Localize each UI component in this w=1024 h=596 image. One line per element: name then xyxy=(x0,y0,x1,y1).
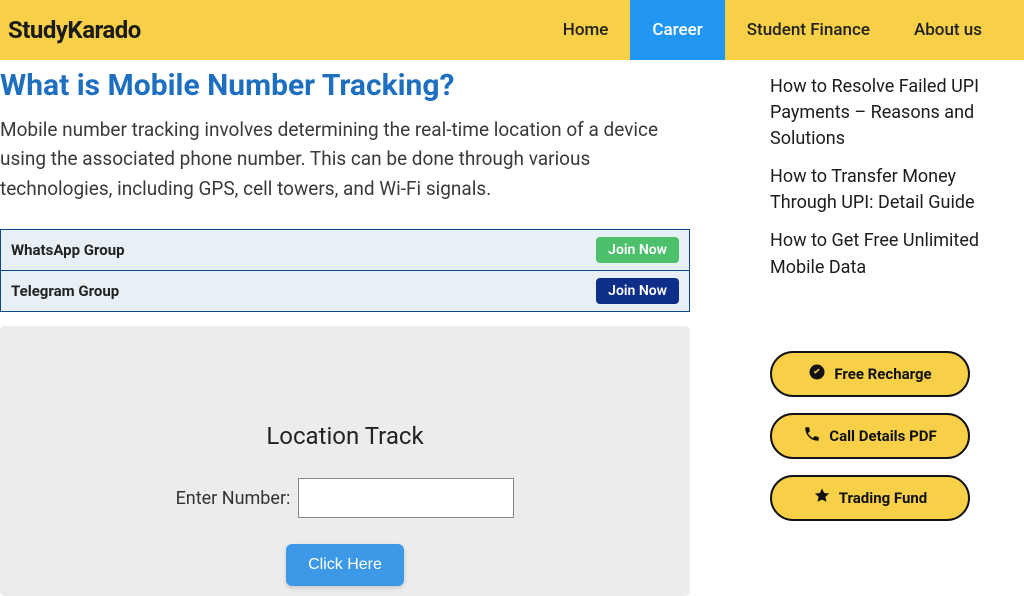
section-paragraph: Mobile number tracking involves determin… xyxy=(0,115,660,203)
tracker-input-row: Enter Number: xyxy=(0,478,690,518)
pill-label: Trading Fund xyxy=(839,489,928,507)
table-row: WhatsApp Group Join Now xyxy=(1,230,690,271)
group-name: WhatsApp Group xyxy=(1,230,570,271)
main-nav: Home Career Student Finance About us xyxy=(541,0,1004,60)
tracker-submit-button[interactable]: Click Here xyxy=(286,544,404,586)
nav-student-finance[interactable]: Student Finance xyxy=(725,0,892,60)
sidebar: How to Resolve Failed UPI Payments – Rea… xyxy=(690,60,1024,596)
nav-home[interactable]: Home xyxy=(541,0,631,60)
quick-links: Free Recharge Call Details PDF Trading F… xyxy=(770,351,1024,521)
nav-about-us[interactable]: About us xyxy=(892,0,1004,60)
recent-posts-list: How to Resolve Failed UPI Payments – Rea… xyxy=(770,74,1024,281)
group-name: Telegram Group xyxy=(1,271,570,312)
free-recharge-button[interactable]: Free Recharge xyxy=(770,351,970,397)
trading-fund-button[interactable]: Trading Fund xyxy=(770,475,970,521)
page-body: What is Mobile Number Tracking? Mobile n… xyxy=(0,60,1024,596)
list-item[interactable]: How to Transfer Money Through UPI: Detai… xyxy=(770,164,1024,216)
group-join-table: WhatsApp Group Join Now Telegram Group J… xyxy=(0,229,690,312)
tracker-title: Location Track xyxy=(0,422,690,450)
call-details-button[interactable]: Call Details PDF xyxy=(770,413,970,459)
location-tracker-card: Location Track Enter Number: Click Here xyxy=(0,326,690,596)
join-telegram-button[interactable]: Join Now xyxy=(596,278,679,304)
join-whatsapp-button[interactable]: Join Now xyxy=(596,237,679,263)
list-item[interactable]: How to Resolve Failed UPI Payments – Rea… xyxy=(770,74,1024,152)
pill-label: Call Details PDF xyxy=(829,427,936,445)
tracker-number-input[interactable] xyxy=(298,478,514,518)
section-heading: What is Mobile Number Tracking? xyxy=(0,68,690,103)
topbar: StudyKarado Home Career Student Finance … xyxy=(0,0,1024,60)
main-content: What is Mobile Number Tracking? Mobile n… xyxy=(0,60,690,596)
tracker-label: Enter Number: xyxy=(176,488,291,509)
star-icon xyxy=(813,487,831,509)
pill-label: Free Recharge xyxy=(834,365,931,383)
phone-icon xyxy=(803,425,821,447)
list-item[interactable]: How to Get Free Unlimited Mobile Data xyxy=(770,228,1024,280)
table-row: Telegram Group Join Now xyxy=(1,271,690,312)
brand-logo[interactable]: StudyKarado xyxy=(8,16,141,44)
nav-career[interactable]: Career xyxy=(630,0,724,60)
check-circle-icon xyxy=(808,363,826,385)
